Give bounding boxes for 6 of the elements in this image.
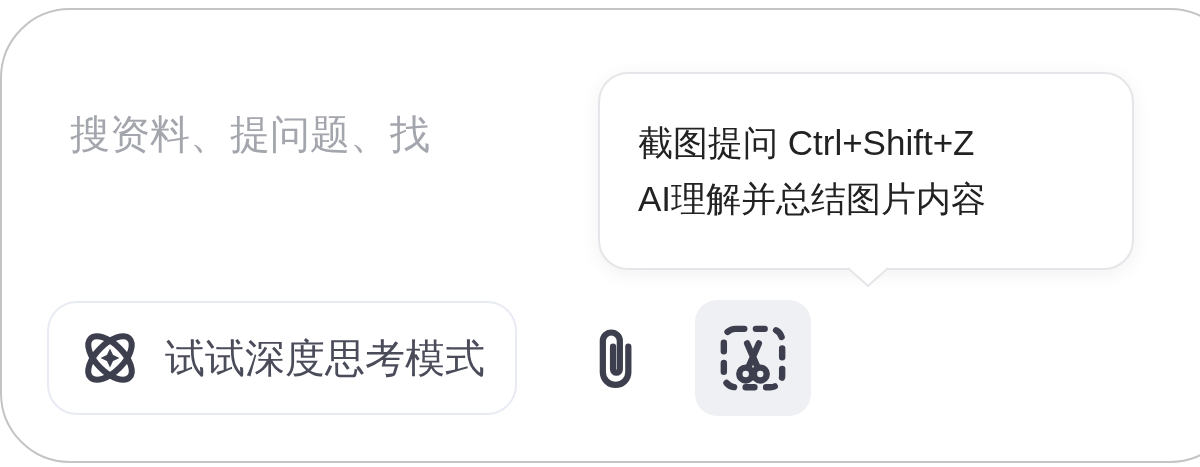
deep-thinking-button[interactable]: 试试深度思考模式	[47, 301, 517, 415]
tooltip-text: 截图提问 Ctrl+Shift+Z	[638, 122, 976, 164]
screenshot-scissors-icon	[718, 323, 788, 393]
screenshot-button[interactable]	[695, 300, 811, 416]
input-field[interactable]: 搜资料、提问题、找	[70, 106, 590, 162]
tooltip-text: AI理解并总结图片内容	[638, 178, 988, 220]
